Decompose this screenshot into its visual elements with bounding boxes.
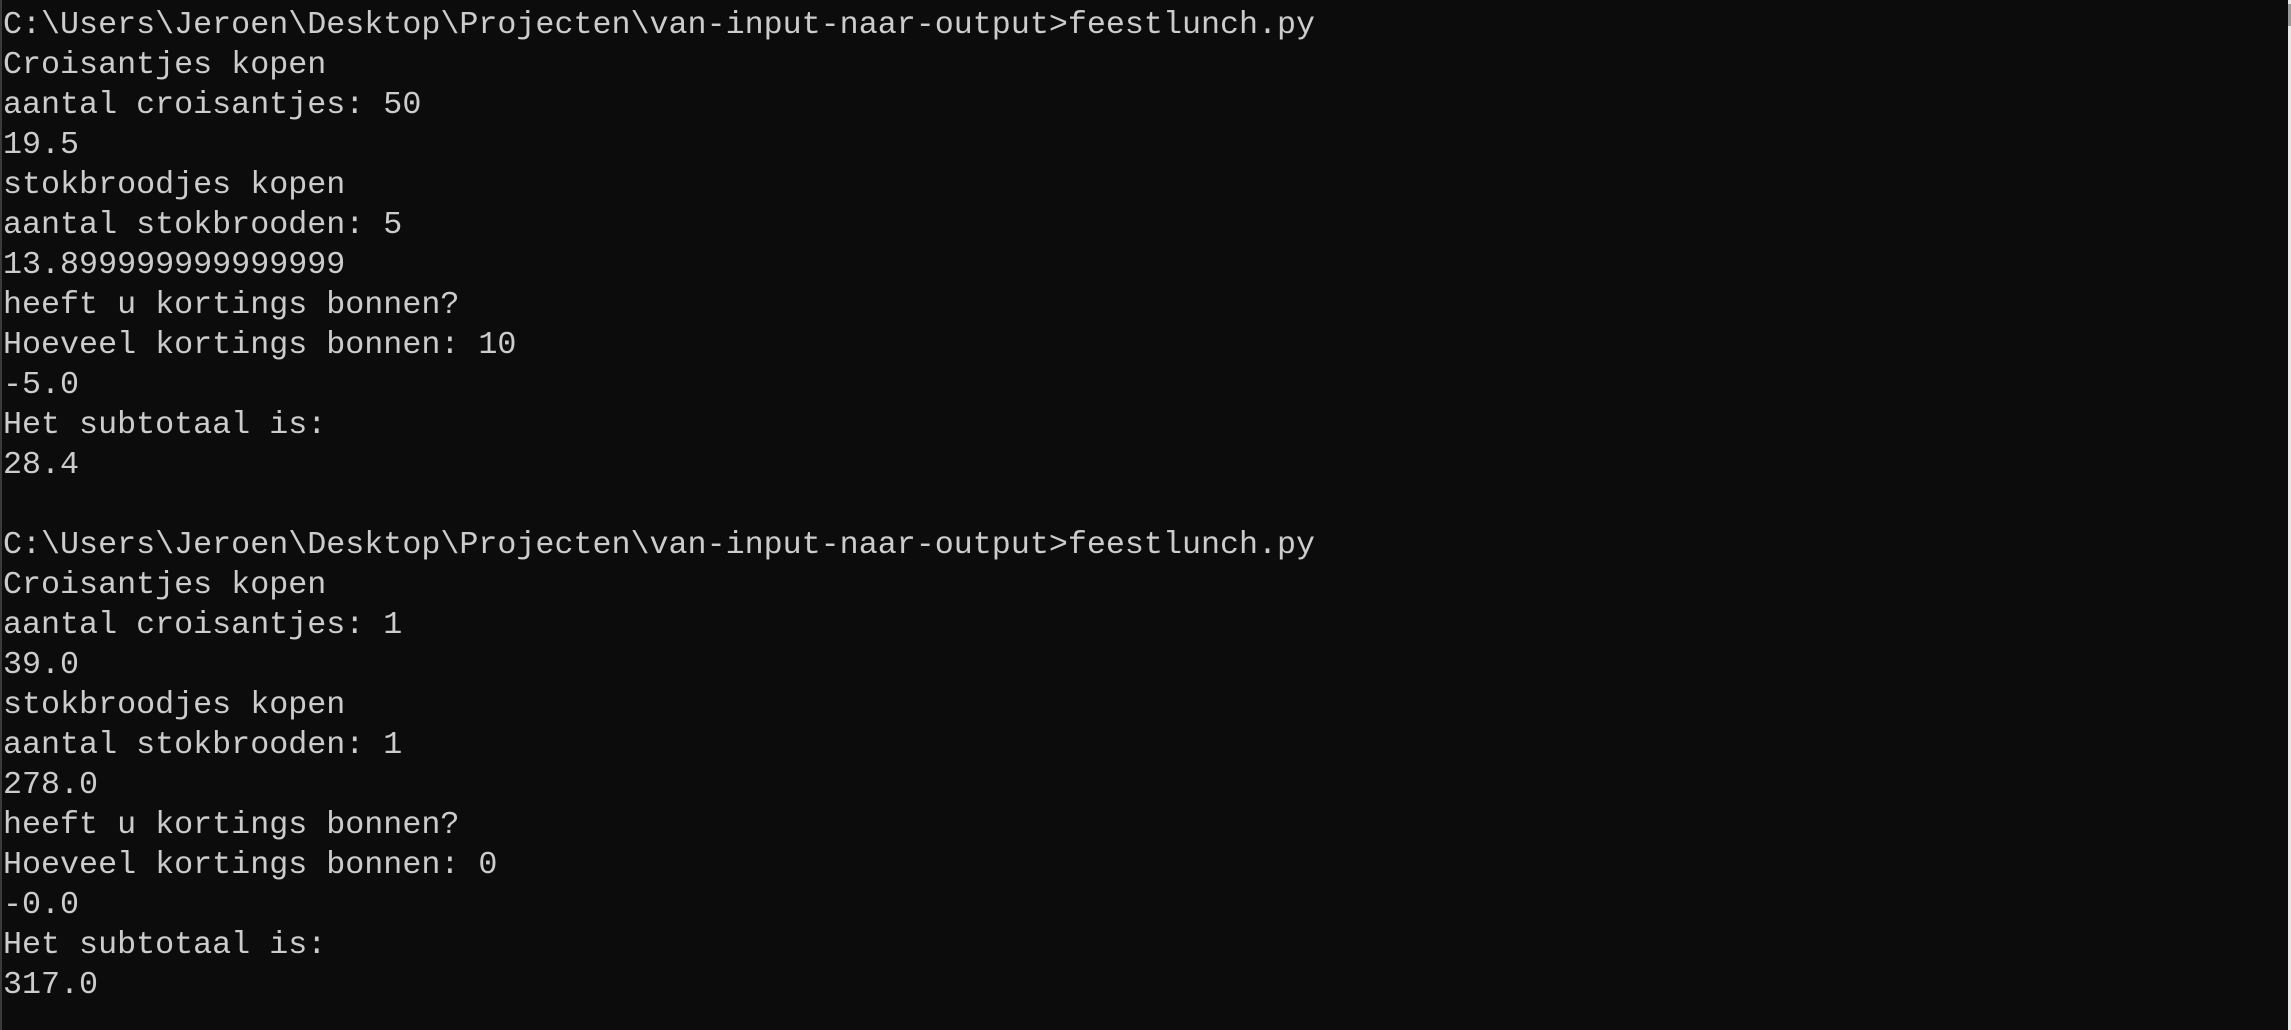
output-line: stokbroodjes kopen	[3, 167, 346, 203]
output-line: 278.0	[3, 767, 99, 803]
command-prompt-line: C:\Users\Jeroen\Desktop\Projecten\van-in…	[3, 527, 1316, 563]
output-line: heeft u kortings bonnen?	[3, 807, 460, 843]
window-border	[0, 0, 2, 1030]
output-line: -0.0	[3, 887, 80, 923]
output-line: -5.0	[3, 367, 80, 403]
output-line: heeft u kortings bonnen?	[3, 287, 460, 323]
output-line: aantal stokbrooden: 5	[3, 207, 403, 243]
output-line: Croisantjes kopen	[3, 567, 327, 603]
output-line: 39.0	[3, 647, 80, 683]
output-line: 317.0	[3, 967, 99, 1003]
output-line: aantal stokbrooden: 1	[3, 727, 403, 763]
output-line: Hoeveel kortings bonnen: 0	[3, 847, 498, 883]
output-line: aantal croisantjes: 50	[3, 87, 422, 123]
output-line: Hoeveel kortings bonnen: 10	[3, 327, 517, 363]
output-line: aantal croisantjes: 1	[3, 607, 403, 643]
output-line: stokbroodjes kopen	[3, 687, 346, 723]
output-line: Het subtotaal is:	[3, 407, 327, 443]
terminal-output[interactable]: C:\Users\Jeroen\Desktop\Projecten\van-in…	[3, 5, 2285, 1030]
output-line: 13.899999999999999	[3, 247, 346, 283]
output-line: 19.5	[3, 127, 80, 163]
command-prompt-line: C:\Users\Jeroen\Desktop\Projecten\van-in…	[3, 7, 1316, 43]
output-line: Het subtotaal is:	[3, 927, 327, 963]
output-line: 28.4	[3, 447, 80, 483]
output-line: Croisantjes kopen	[3, 47, 327, 83]
